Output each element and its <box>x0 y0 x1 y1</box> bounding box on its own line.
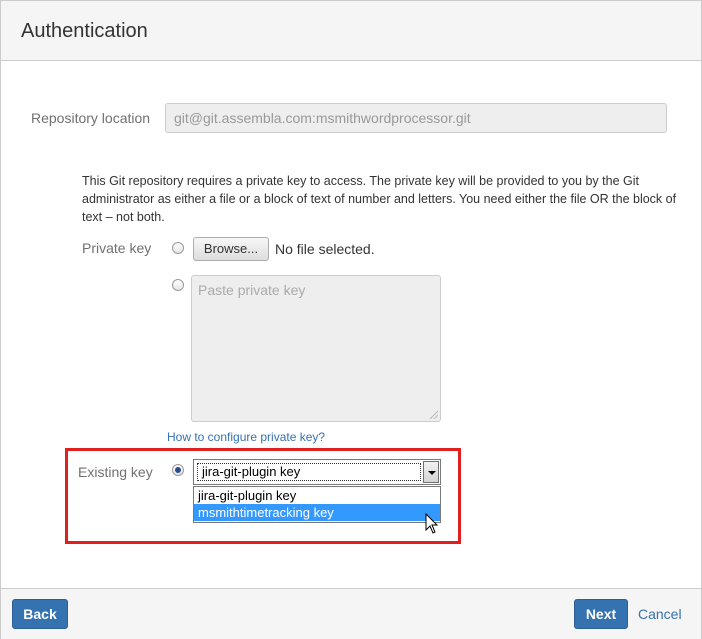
dropdown-option[interactable]: jira-git-plugin key <box>194 487 440 504</box>
private-key-file-radio[interactable] <box>172 242 184 254</box>
dropdown-option[interactable]: msmithtimetracking key <box>194 504 440 521</box>
repository-location-field[interactable]: git@git.assembla.com:msmithwordprocessor… <box>165 103 667 133</box>
existing-key-select[interactable]: jira-git-plugin key <box>193 459 441 485</box>
cancel-link[interactable]: Cancel <box>638 606 682 622</box>
paste-private-key-placeholder: Paste private key <box>198 282 306 298</box>
existing-key-radio[interactable] <box>172 464 184 476</box>
authentication-dialog: Authentication Repository location git@g… <box>0 0 702 639</box>
existing-key-label: Existing key <box>78 464 153 480</box>
private-key-description: This Git repository requires a private k… <box>82 174 677 224</box>
private-key-label: Private key <box>82 240 152 256</box>
dropdown-arrow-icon[interactable] <box>423 461 439 483</box>
repository-location-label: Repository location <box>31 110 151 126</box>
configure-private-key-link[interactable]: How to configure private key? <box>167 430 325 444</box>
back-button[interactable]: Back <box>12 599 68 629</box>
browse-button[interactable]: Browse... <box>193 237 269 261</box>
mouse-cursor-icon <box>425 513 439 534</box>
next-button[interactable]: Next <box>574 599 628 629</box>
resize-grip-icon[interactable] <box>430 411 438 419</box>
dialog-header: Authentication <box>1 1 701 61</box>
existing-key-dropdown-list: jira-git-plugin key msmithtimetracking k… <box>193 486 441 523</box>
private-key-paste-radio[interactable] <box>172 279 184 291</box>
existing-key-selected-value: jira-git-plugin key <box>197 463 421 481</box>
no-file-selected-text: No file selected. <box>275 241 375 257</box>
paste-private-key-textarea[interactable]: Paste private key <box>191 275 441 422</box>
dialog-title: Authentication <box>21 20 148 42</box>
